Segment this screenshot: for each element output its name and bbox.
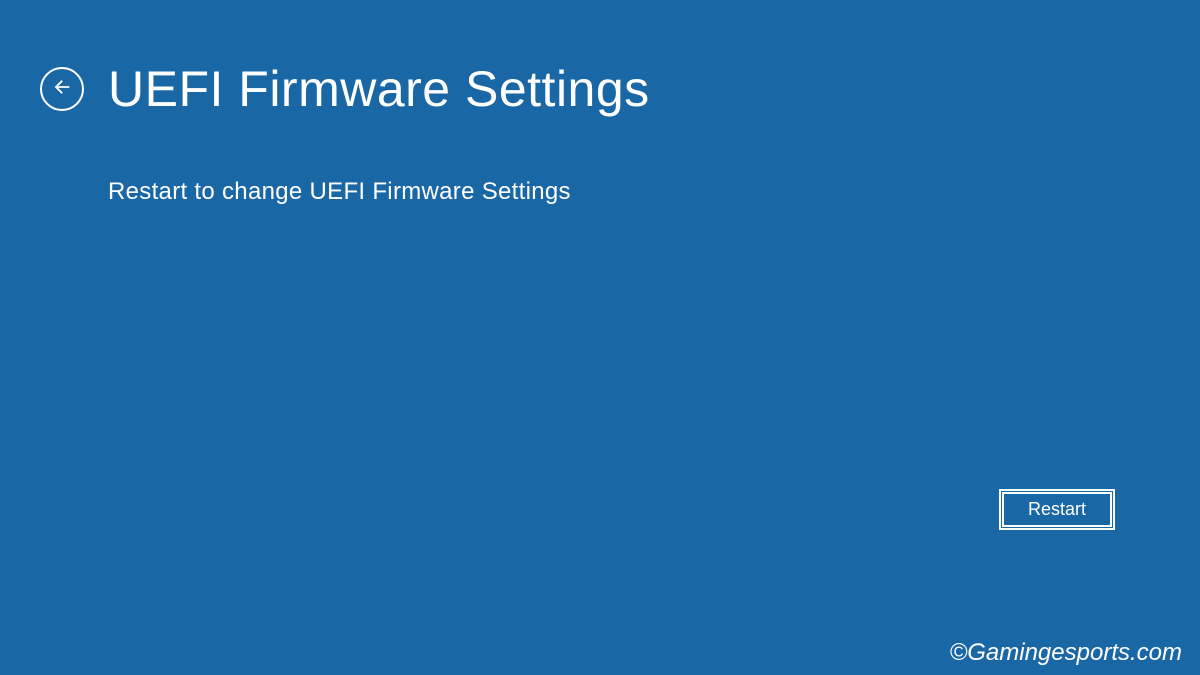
page-title: UEFI Firmware Settings [108, 60, 650, 118]
header-row: UEFI Firmware Settings [0, 0, 1200, 118]
restart-button[interactable]: Restart [1002, 492, 1112, 527]
back-button[interactable] [40, 67, 84, 111]
button-row: Restart [1002, 492, 1112, 527]
page-description: Restart to change UEFI Firmware Settings [108, 178, 1200, 206]
arrow-left-icon [51, 76, 73, 103]
watermark: ©Gamingesports.com [950, 639, 1182, 667]
